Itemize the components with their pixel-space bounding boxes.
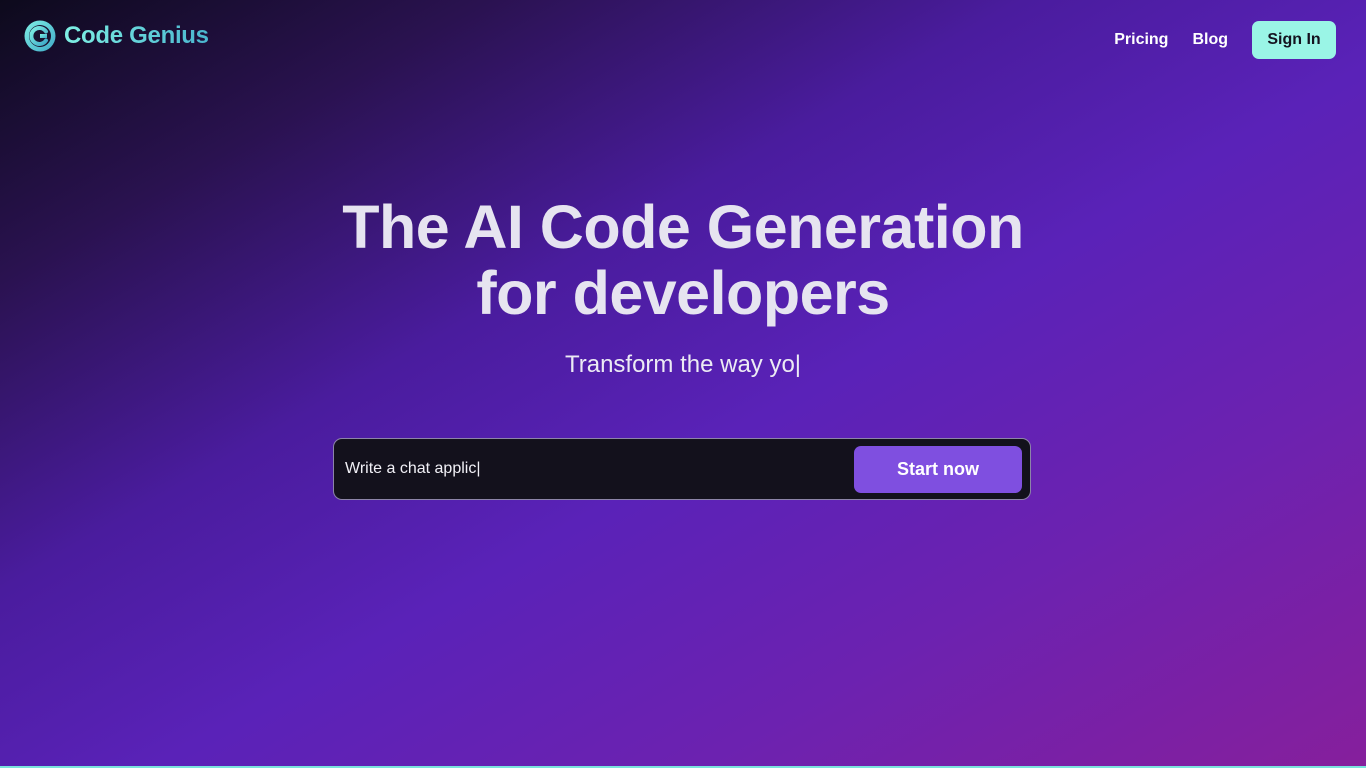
hero-title: The AI Code Generation for developers (0, 194, 1366, 326)
hero-title-line-1: The AI Code Generation (342, 193, 1024, 261)
nav-link-pricing[interactable]: Pricing (1114, 21, 1168, 59)
start-now-button[interactable]: Start now (854, 446, 1022, 493)
c-logo-icon (24, 20, 56, 52)
hero-title-line-2: for developers (476, 259, 890, 327)
brand-logo-link[interactable]: Code Genius (24, 20, 209, 52)
brand-name: Code Genius (64, 22, 209, 49)
main-nav: Pricing Blog Sign In (1114, 21, 1336, 59)
prompt-input[interactable] (345, 439, 845, 499)
site-header: Code Genius Pricing Blog Sign In (0, 0, 1366, 80)
prompt-bar: Start now (333, 438, 1031, 500)
nav-link-blog[interactable]: Blog (1192, 21, 1228, 59)
hero-subtitle: Transform the way yo| (564, 351, 802, 378)
sign-in-button[interactable]: Sign In (1252, 21, 1336, 59)
